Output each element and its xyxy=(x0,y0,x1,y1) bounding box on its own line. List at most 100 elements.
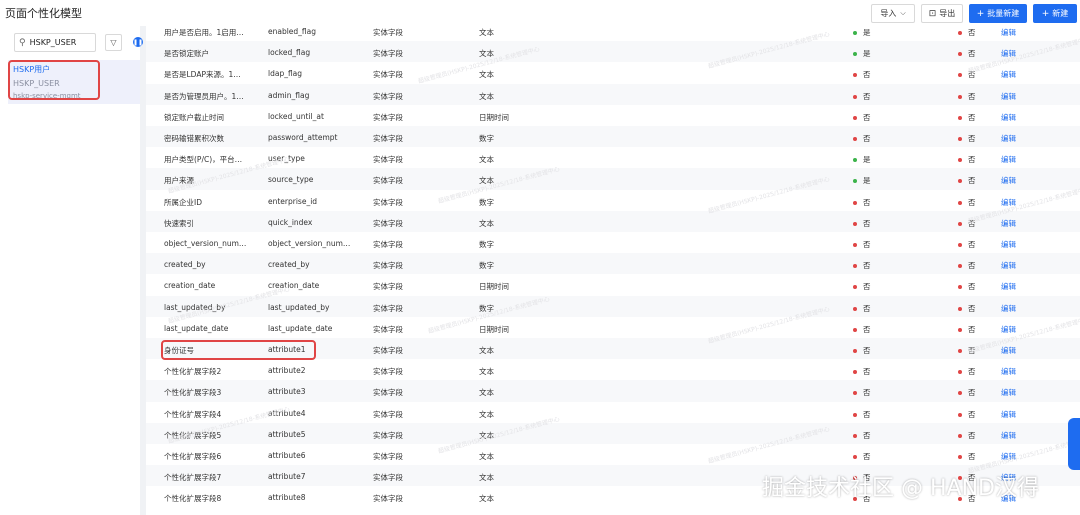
data-type-cell: 日期时间 xyxy=(479,112,509,122)
flag-status-cell: 否 xyxy=(958,69,976,80)
edit-link[interactable]: 编辑 xyxy=(1001,91,1016,102)
edit-link[interactable]: 编辑 xyxy=(1001,345,1016,356)
table-row: 是否锁定账户 locked_flag 实体字段 文本 是 否 编辑 xyxy=(146,41,1080,63)
field-name-cell: 密码输错累积次数 xyxy=(164,134,224,143)
flag-status-text: 否 xyxy=(863,91,871,101)
flag-status-text: 否 xyxy=(863,367,871,377)
status-dot-icon xyxy=(958,433,962,438)
data-type-cell: 日期时间 xyxy=(479,324,509,334)
flag-status-cell: 否 xyxy=(853,451,871,462)
flag-status-text: 否 xyxy=(863,409,871,419)
edit-link[interactable]: 编辑 xyxy=(1001,281,1016,292)
status-dot-icon xyxy=(853,221,857,226)
flag-status-text: 否 xyxy=(968,91,976,101)
field-name-cell: object_version_num… xyxy=(164,239,247,248)
status-dot-icon xyxy=(853,391,857,396)
field-name-cell: 用户类型(P/C)，平台… xyxy=(164,155,243,165)
flag-status-text: 否 xyxy=(863,430,871,440)
edit-link[interactable]: 编辑 xyxy=(1001,175,1016,186)
flag-status-text: 否 xyxy=(863,240,871,249)
flag-status-cell: 否 xyxy=(958,239,976,250)
flag-status-cell: 否 xyxy=(853,112,871,123)
new-button[interactable]: + 新建 xyxy=(1033,4,1077,23)
field-type-cell: 实体字段 xyxy=(373,473,403,483)
edit-link[interactable]: 编辑 xyxy=(1001,197,1016,208)
flag-status-cell: 否 xyxy=(853,260,871,271)
flag-status-text: 否 xyxy=(863,218,871,228)
edit-link[interactable]: 编辑 xyxy=(1001,366,1016,377)
search-icon: ⚲ xyxy=(19,37,26,48)
search-input[interactable]: ⚲ HSKP_USER xyxy=(14,33,96,52)
status-dot-icon xyxy=(958,327,962,332)
field-name-cell: 个性化扩展字段5 xyxy=(164,430,222,440)
data-type-cell: 文本 xyxy=(479,346,494,355)
status-dot-icon xyxy=(958,285,962,290)
field-code-cell: attribute4 xyxy=(268,408,306,418)
status-dot-icon xyxy=(853,327,857,332)
status-dot-icon xyxy=(853,264,857,269)
edit-link[interactable]: 编辑 xyxy=(1001,409,1016,420)
status-dot-icon xyxy=(958,179,962,184)
flag-status-cell: 否 xyxy=(958,112,976,123)
plus-icon: + xyxy=(976,8,985,19)
table-row: 快速索引 quick_index 实体字段 文本 否 否 编辑 xyxy=(146,210,1080,232)
flag-status-cell: 否 xyxy=(958,303,976,314)
edit-link[interactable]: 编辑 xyxy=(1001,27,1016,38)
batch-new-button[interactable]: + 批量新建 xyxy=(969,4,1027,23)
edit-link[interactable]: 编辑 xyxy=(1001,69,1016,80)
export-button[interactable]: ⊡ 导出 xyxy=(921,4,963,23)
field-code-cell: last_update_date xyxy=(268,323,333,333)
edit-link[interactable]: 编辑 xyxy=(1001,112,1016,123)
edit-link[interactable]: 编辑 xyxy=(1001,303,1016,314)
edit-link[interactable]: 编辑 xyxy=(1001,324,1016,335)
flag-status-text: 否 xyxy=(968,197,976,207)
edit-link[interactable]: 编辑 xyxy=(1001,387,1016,398)
flag-status-cell: 否 xyxy=(853,69,871,80)
model-sidebar: ⚲ HSKP_USER ▽ ❚❚ HSKP用户 HSKP_USER hskp-s… xyxy=(0,26,143,515)
field-type-cell: 实体字段 xyxy=(373,452,403,461)
field-type-cell: 实体字段 xyxy=(373,28,403,37)
field-name-cell: 用户是否启用。1启用… xyxy=(164,28,244,37)
filter-button[interactable]: ▽ xyxy=(105,34,122,51)
edit-link[interactable]: 编辑 xyxy=(1001,154,1016,165)
table-row: last_update_date last_update_date 实体字段 日期时间… xyxy=(146,317,1080,338)
brand-watermark: 掘金技术社区 @ HAND汉得 xyxy=(762,476,1039,501)
data-type-cell: 文本 xyxy=(479,494,494,504)
status-dot-icon xyxy=(853,179,857,184)
field-code-cell: enterprise_id xyxy=(268,196,318,206)
table-row: 所属企业ID enterprise_id 实体字段 数字 否 否 编辑 xyxy=(146,190,1080,211)
edit-link[interactable]: 编辑 xyxy=(1001,48,1016,59)
status-dot-icon xyxy=(853,31,857,35)
edit-link[interactable]: 编辑 xyxy=(1001,430,1016,441)
field-name-cell: 身份证号 xyxy=(164,346,194,355)
flag-status-cell: 否 xyxy=(853,387,871,398)
edit-link[interactable]: 编辑 xyxy=(1001,239,1016,250)
edit-link[interactable]: 编辑 xyxy=(1001,451,1016,462)
data-type-cell: 文本 xyxy=(479,49,494,59)
flag-status-text: 否 xyxy=(968,367,976,377)
top-bar: 页面个性化模型 导入 ⌵ ⊡ 导出 + 批量新建 + 新建 xyxy=(0,0,1080,26)
field-name-cell: 用户来源 xyxy=(164,176,194,186)
flag-status-text: 否 xyxy=(968,240,976,249)
field-name-cell: 个性化扩展字段4 xyxy=(164,409,222,419)
status-dot-icon xyxy=(853,433,857,438)
import-button[interactable]: 导入 ⌵ xyxy=(871,4,915,23)
flag-status-text: 是 xyxy=(863,155,871,165)
table-row: 是否为管理员用户。1… admin_flag 实体字段 文本 否 否 编辑 xyxy=(146,83,1080,105)
field-type-cell: 实体字段 xyxy=(373,494,403,504)
edit-link[interactable]: 编辑 xyxy=(1001,260,1016,271)
field-code-cell: last_updated_by xyxy=(268,302,330,312)
field-name-cell: 快速索引 xyxy=(164,218,194,228)
field-code-cell: quick_index xyxy=(268,217,313,227)
flag-status-text: 否 xyxy=(863,134,871,143)
model-list-item[interactable]: HSKP用户 HSKP_USER hskp-service-mgmt xyxy=(8,60,140,104)
flag-status-text: 否 xyxy=(968,134,976,143)
field-name-cell: last_updated_by xyxy=(164,302,226,312)
flag-status-cell: 否 xyxy=(853,239,871,250)
model-code: HSKP_USER xyxy=(13,79,60,88)
collapse-sidebar-button[interactable]: ❚❚ xyxy=(133,37,143,47)
edit-link[interactable]: 编辑 xyxy=(1001,133,1016,144)
side-float-tab[interactable] xyxy=(1068,418,1080,470)
edit-link[interactable]: 编辑 xyxy=(1001,218,1016,229)
flag-status-text: 否 xyxy=(863,282,871,292)
